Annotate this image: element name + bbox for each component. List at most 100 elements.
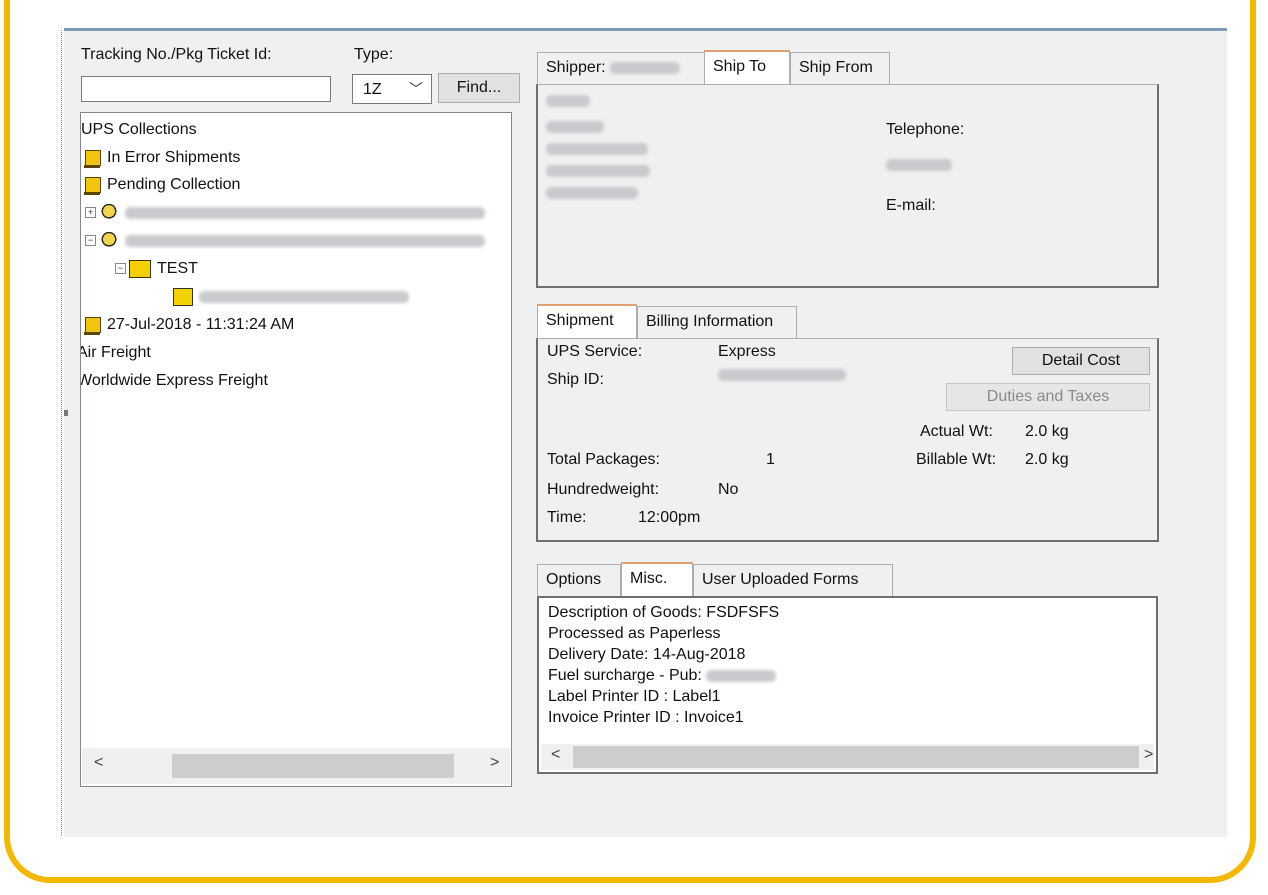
time-label: Time: <box>547 509 587 526</box>
tab-user-uploaded-forms[interactable]: User Uploaded Forms <box>693 564 893 596</box>
total-packages-label: Total Packages: <box>547 451 660 468</box>
shipment-panel: UPS Service: Express Ship ID: Detail Cos… <box>536 338 1159 542</box>
redacted-text <box>718 369 846 381</box>
shipment-tree[interactable]: UPS Collections In Error Shipments Pendi… <box>80 112 512 787</box>
tree-item-account-1[interactable]: + <box>85 202 485 224</box>
tab-shipper-label: Shipper: <box>546 59 606 76</box>
type-select-value: 1Z <box>363 81 382 98</box>
scroll-right-icon[interactable]: > <box>490 754 499 772</box>
ups-service-value: Express <box>718 343 776 360</box>
tree-item-test[interactable]: − TEST <box>115 258 198 280</box>
misc-text-box[interactable]: Description of Goods: FSDFSFS Processed … <box>537 596 1158 774</box>
misc-line: Delivery Date: 14-Aug-2018 <box>548 646 746 663</box>
expand-icon[interactable]: + <box>85 207 96 219</box>
redacted-text <box>706 669 777 682</box>
misc-line-fuel-label: Fuel surcharge - Pub: <box>548 667 702 684</box>
folder-icon <box>129 259 151 278</box>
user-icon <box>99 231 119 250</box>
redacted-text <box>125 206 485 219</box>
tree-item-air-freight-label: Air Freight <box>80 344 151 361</box>
redacted-text <box>546 143 648 155</box>
document-icon <box>84 149 101 168</box>
chevron-down-icon: ﹀ <box>409 81 423 97</box>
tree-root-label: UPS Collections <box>81 121 197 138</box>
tree-item-date[interactable]: 27-Jul-2018 - 11:31:24 AM <box>84 314 295 336</box>
misc-line: Description of Goods: FSDFSFS <box>548 604 780 621</box>
misc-line-fuel: Fuel surcharge - Pub: <box>548 667 777 685</box>
billable-weight-label: Billable Wt: <box>916 451 997 468</box>
redacted-text <box>546 121 604 133</box>
misc-line: Processed as Paperless <box>548 625 721 642</box>
tree-item-date-label: 27-Jul-2018 - 11:31:24 AM <box>107 316 295 333</box>
duties-and-taxes-button[interactable]: Duties and Taxes <box>946 383 1150 411</box>
tab-ship-from-label: Ship From <box>799 59 873 76</box>
tab-options[interactable]: Options <box>537 564 621 596</box>
collapse-icon[interactable]: − <box>115 263 126 275</box>
redacted-text <box>546 187 638 199</box>
tree-horizontal-scrollbar[interactable]: < > <box>82 748 510 784</box>
tree-item-air-freight[interactable]: Air Freight <box>80 342 151 364</box>
scrollbar-thumb[interactable] <box>573 746 1139 768</box>
email-label: E-mail: <box>886 197 936 214</box>
hundredweight-value: No <box>718 481 739 498</box>
redacted-text <box>199 290 409 303</box>
tree-root[interactable]: UPS Collections <box>81 119 197 141</box>
redacted-text <box>125 234 485 247</box>
actual-weight-label: Actual Wt: <box>920 423 993 440</box>
tab-misc-label: Misc. <box>630 570 668 587</box>
document-icon <box>84 176 101 195</box>
tab-shipper[interactable]: Shipper: <box>537 52 705 84</box>
splitter-line <box>61 30 62 835</box>
redacted-text <box>610 61 681 74</box>
document-icon <box>84 316 101 335</box>
tree-item-worldwide[interactable]: Worldwide Express Freight <box>80 370 268 392</box>
user-icon <box>99 203 119 222</box>
misc-line: Invoice Printer ID : Invoice1 <box>548 709 744 726</box>
tree-item-pending-label: Pending Collection <box>107 176 241 193</box>
tree-item-account-2[interactable]: − <box>85 230 485 252</box>
total-packages-value: 1 <box>766 451 775 468</box>
telephone-label: Telephone: <box>886 121 965 138</box>
collapse-icon[interactable]: − <box>85 235 96 247</box>
detail-cost-button[interactable]: Detail Cost <box>1012 347 1150 375</box>
actual-weight-value: 2.0 kg <box>1025 423 1069 440</box>
time-value: 12:00pm <box>638 509 701 526</box>
tree-item-worldwide-label: Worldwide Express Freight <box>80 372 268 389</box>
tab-ship-to-label: Ship To <box>713 58 767 75</box>
misc-horizontal-scrollbar[interactable]: < > <box>541 744 1154 770</box>
tab-billing-label: Billing Information <box>646 313 774 330</box>
redacted-text <box>546 95 590 107</box>
tree-item-in-error[interactable]: In Error Shipments <box>84 147 241 169</box>
tab-ship-to[interactable]: Ship To <box>704 50 790 84</box>
tree-item-in-error-label: In Error Shipments <box>107 149 241 166</box>
tab-ship-from[interactable]: Ship From <box>790 52 890 84</box>
tab-shipment-label: Shipment <box>546 312 614 329</box>
hundredweight-label: Hundredweight: <box>547 481 660 498</box>
misc-line: Label Printer ID : Label1 <box>548 688 721 705</box>
billable-weight-value: 2.0 kg <box>1025 451 1069 468</box>
redacted-text <box>546 165 650 177</box>
address-panel: Telephone: E-mail: <box>536 84 1159 288</box>
tracking-label: Tracking No./Pkg Ticket Id: <box>81 46 272 63</box>
package-icon <box>173 287 193 306</box>
tracking-input[interactable] <box>81 76 331 102</box>
scroll-left-icon[interactable]: < <box>551 746 560 764</box>
tab-user-forms-label: User Uploaded Forms <box>702 571 859 588</box>
tab-billing-information[interactable]: Billing Information <box>637 306 797 338</box>
tab-misc[interactable]: Misc. <box>621 562 693 596</box>
ship-id-label: Ship ID: <box>547 371 604 388</box>
tree-item-test-label: TEST <box>157 260 198 277</box>
ups-service-label: UPS Service: <box>547 343 643 360</box>
tree-item-package[interactable] <box>173 286 409 308</box>
splitter-grip[interactable] <box>64 410 68 416</box>
type-select[interactable]: 1Z ﹀ <box>352 74 432 104</box>
scroll-left-icon[interactable]: < <box>94 754 103 772</box>
find-button[interactable]: Find... <box>438 73 520 103</box>
tab-options-label: Options <box>546 571 602 588</box>
scroll-right-icon[interactable]: > <box>1144 746 1153 764</box>
tree-item-pending[interactable]: Pending Collection <box>84 174 241 196</box>
type-label: Type: <box>354 46 394 63</box>
redacted-text <box>886 159 952 171</box>
scrollbar-thumb[interactable] <box>172 754 454 778</box>
tab-shipment[interactable]: Shipment <box>537 304 637 338</box>
